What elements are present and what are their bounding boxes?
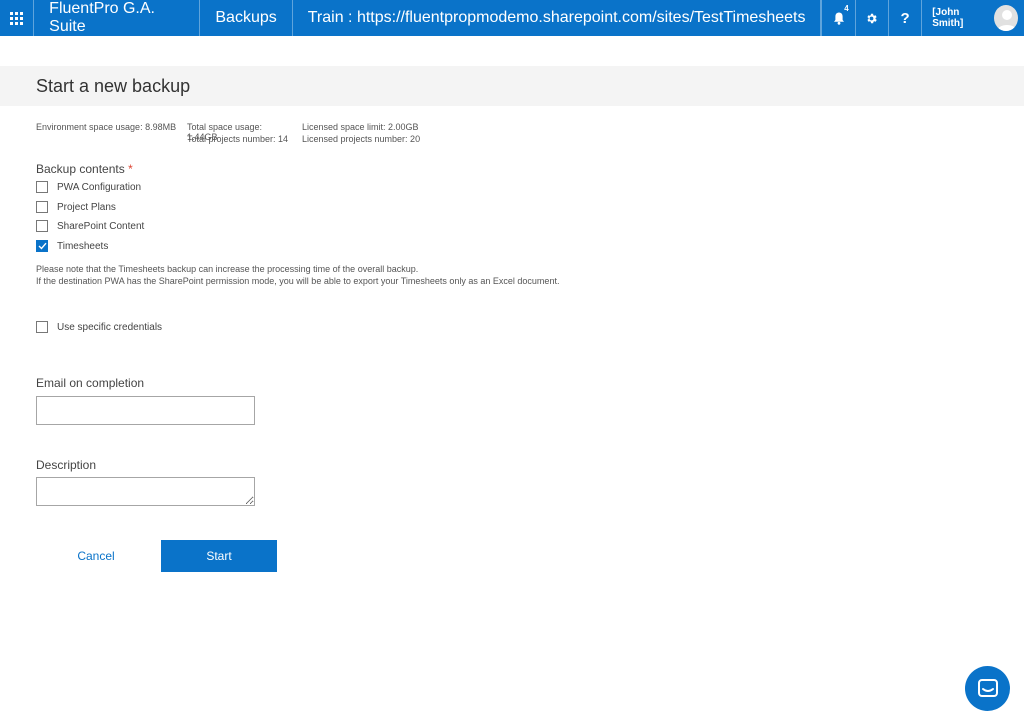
required-mark: * xyxy=(128,162,133,176)
project-plans-checkbox[interactable] xyxy=(36,201,48,213)
bell-icon xyxy=(833,12,844,25)
app-launcher-button[interactable] xyxy=(0,0,35,36)
help-button[interactable]: ? xyxy=(889,0,923,36)
description-label: Description xyxy=(36,458,97,472)
user-name: [John Smith] xyxy=(932,7,964,29)
option-sharepoint-content[interactable]: SharePoint Content xyxy=(36,220,144,232)
question-icon: ? xyxy=(900,9,910,27)
sharepoint-content-checkbox[interactable] xyxy=(36,220,48,232)
gear-icon xyxy=(867,13,878,23)
option-project-plans[interactable]: Project Plans xyxy=(36,201,116,213)
app-title[interactable]: Backups xyxy=(200,0,293,36)
description-field[interactable] xyxy=(36,477,255,506)
page-header: Start a new backup xyxy=(0,66,1024,106)
chat-icon xyxy=(977,678,998,697)
specific-credentials-checkbox[interactable] xyxy=(36,321,48,333)
email-field[interactable] xyxy=(36,396,255,425)
option-pwa-configuration[interactable]: PWA Configuration xyxy=(36,181,141,193)
cancel-button[interactable]: Cancel xyxy=(40,540,152,572)
page-title: Start a new backup xyxy=(36,76,191,96)
option-label: Project Plans xyxy=(57,201,116,213)
usage-stats: Environment space usage: 8.98MB Total sp… xyxy=(36,122,420,146)
chat-launcher-button[interactable] xyxy=(965,666,1010,711)
backup-contents-label: Backup contents * xyxy=(36,162,133,176)
option-specific-credentials[interactable]: Use specific credentials xyxy=(36,321,162,333)
option-label: PWA Configuration xyxy=(57,181,142,193)
env-space-usage: Environment space usage: 8.98MB xyxy=(36,122,177,132)
option-label: Timesheets xyxy=(57,240,109,252)
waffle-icon xyxy=(10,11,24,25)
user-menu[interactable]: [John Smith] xyxy=(922,0,1024,36)
option-label: SharePoint Content xyxy=(57,220,145,232)
licensed-projects-number: Licensed projects number: 20 xyxy=(302,134,421,144)
notifications-button[interactable]: 4 xyxy=(822,0,856,36)
suite-title[interactable]: FluentPro G.A. Suite xyxy=(34,0,201,36)
option-timesheets[interactable]: Timesheets xyxy=(36,240,108,252)
total-projects-number: Total projects number: 14 xyxy=(187,134,289,144)
start-button[interactable]: Start xyxy=(161,540,277,572)
total-space-usage: Total space usage: 1.44GB xyxy=(187,122,263,142)
timesheets-checkbox[interactable] xyxy=(36,240,48,252)
notification-count-badge: 4 xyxy=(844,4,849,13)
licensed-space-limit: Licensed space limit: 2.00GB xyxy=(302,122,419,132)
settings-button[interactable] xyxy=(856,0,889,36)
check-icon xyxy=(38,242,47,250)
avatar-icon xyxy=(994,5,1018,31)
option-label: Use specific credentials xyxy=(57,321,163,333)
site-label: Train : https://fluentpropmodemo.sharepo… xyxy=(293,0,822,36)
timesheets-note: Please note that the Timesheets backup c… xyxy=(36,264,560,286)
top-bar: FluentPro G.A. Suite Backups Train : htt… xyxy=(0,0,1024,36)
email-label: Email on completion xyxy=(36,376,145,390)
pwa-configuration-checkbox[interactable] xyxy=(36,181,48,193)
